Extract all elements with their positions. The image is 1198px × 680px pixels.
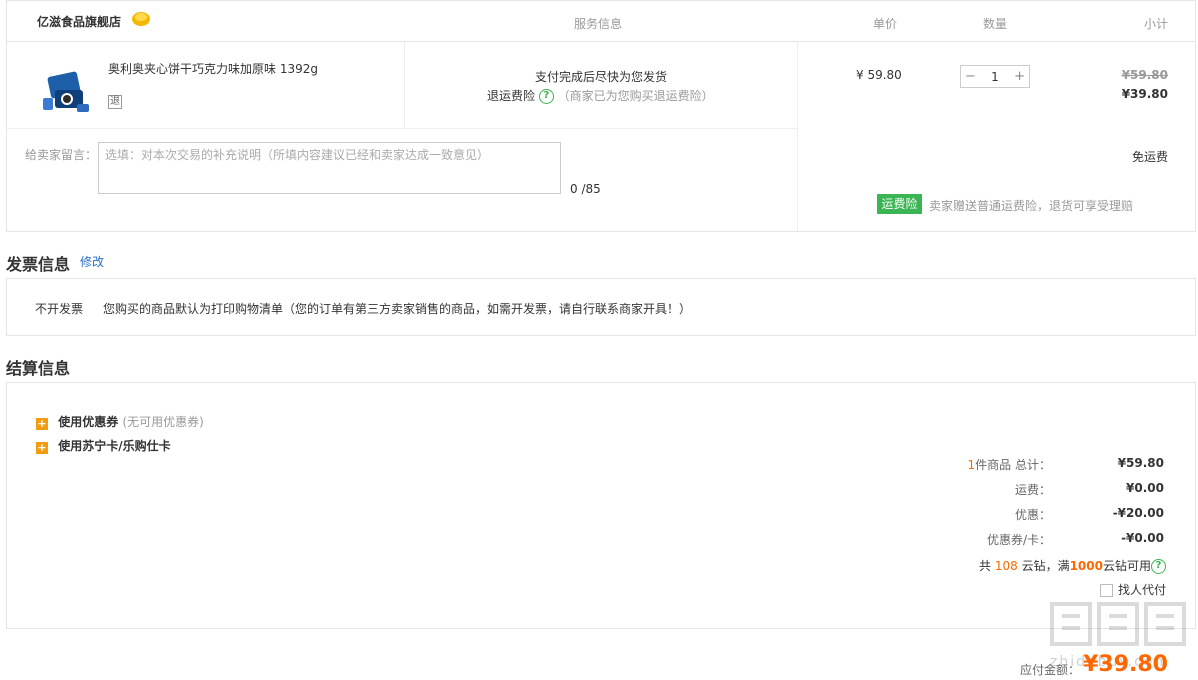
invoice-note: 您购买的商品默认为打印购物清单（您的订单有第三方卖家销售的商品，如需开发票，请自… bbox=[103, 302, 692, 316]
col-subtotal-header: 小计 bbox=[1143, 17, 1168, 31]
settlement-box: + 使用优惠券 (无可用优惠券) + 使用苏宁卡/乐购仕卡 1件商品 总计： ¥… bbox=[6, 382, 1196, 629]
product-name[interactable]: 奥利奥夹心饼干巧克力味加原味 1392g bbox=[108, 60, 318, 77]
product-thumbnail[interactable] bbox=[37, 68, 93, 116]
return-insurance-label: 退运费险 bbox=[487, 89, 536, 103]
subtotal-original: ¥59.80 bbox=[1121, 68, 1168, 82]
discount-label: 优惠： bbox=[1014, 508, 1051, 522]
cloud-diamond-info: 共 108 云钻，满1000云钻可用? bbox=[979, 557, 1166, 574]
proxy-pay-checkbox[interactable] bbox=[1099, 584, 1113, 597]
freight-label: 运费： bbox=[1014, 483, 1051, 497]
refund-icon: 退 bbox=[108, 95, 122, 109]
invoice-title: 发票信息 bbox=[6, 255, 71, 274]
settlement-title: 结算信息 bbox=[6, 359, 71, 378]
diamond-text: 云钻可用 bbox=[1102, 559, 1151, 573]
question-icon[interactable]: ? bbox=[1151, 559, 1166, 574]
items-total-label: 1件商品 总计： bbox=[968, 456, 1051, 473]
message-label: 给卖家留言： bbox=[25, 148, 98, 162]
discount-value: -¥20.00 bbox=[1112, 506, 1164, 520]
invoice-type: 不开发票 bbox=[35, 302, 84, 316]
card-label[interactable]: 使用苏宁卡/乐购仕卡 bbox=[58, 439, 170, 453]
col-qty-header: 数量 bbox=[983, 17, 1008, 31]
qty-minus-button[interactable]: − bbox=[965, 67, 976, 87]
unit-price: ¥ 59.80 bbox=[856, 68, 902, 82]
question-icon[interactable]: ? bbox=[538, 89, 554, 104]
plus-icon[interactable]: + bbox=[36, 418, 48, 430]
invoice-box: 不开发票 您购买的商品默认为打印购物清单（您的订单有第三方卖家销售的商品，如需开… bbox=[6, 278, 1196, 336]
diamond-text: 共 bbox=[978, 559, 991, 573]
divider bbox=[404, 42, 405, 128]
free-shipping-text: 免运费 bbox=[1131, 150, 1168, 164]
freight-value: ¥0.00 bbox=[1126, 481, 1164, 495]
diamond-text: 云钻，满 bbox=[1021, 559, 1070, 573]
quantity-stepper[interactable]: − 1 + bbox=[960, 65, 1030, 88]
card-discount-value: -¥0.00 bbox=[1121, 531, 1164, 545]
qty-plus-button[interactable]: + bbox=[1014, 67, 1025, 87]
shipping-insurance-note: 卖家赠送普通运费险，退货可享受理赔 bbox=[929, 199, 1134, 213]
plus-icon[interactable]: + bbox=[36, 442, 48, 454]
use-coupon-option[interactable]: + 使用优惠券 (无可用优惠券) bbox=[36, 413, 204, 430]
proxy-pay-option[interactable]: 找人代付 bbox=[1099, 581, 1166, 598]
card-discount-label: 优惠券/卡： bbox=[986, 533, 1051, 547]
use-card-option[interactable]: + 使用苏宁卡/乐购仕卡 bbox=[36, 437, 171, 454]
product-block: 奥利奥夹心饼干巧克力味加原味 1392g 退 支付完成后尽快为您发货 退运费险 … bbox=[6, 41, 1196, 232]
diamond-count: 108 bbox=[994, 559, 1018, 573]
seller-message-input[interactable]: 选填：对本次交易的补充说明（所填内容建议已经和卖家达成一致意见） bbox=[98, 142, 561, 194]
return-insurance-note: （商家已为您购买退运费险） bbox=[557, 89, 714, 103]
diamond-minimum: 1000 bbox=[1069, 559, 1103, 573]
items-total-value: ¥59.80 bbox=[1117, 456, 1164, 470]
cart-header: 亿滋食品旗舰店 服务信息 单价 数量 小计 bbox=[6, 0, 1196, 42]
coupon-note: (无可用优惠券) bbox=[122, 415, 204, 429]
col-service-header: 服务信息 bbox=[574, 17, 623, 31]
amount-due-value: ¥39.80 bbox=[1083, 652, 1168, 677]
divider bbox=[797, 42, 798, 231]
items-total-text: 件商品 总计： bbox=[975, 458, 1051, 472]
message-char-count: 0 /85 bbox=[570, 182, 601, 196]
subtotal-current: ¥39.80 bbox=[1121, 87, 1168, 101]
service-info-return-insurance: 退运费险 ? （商家已为您购买退运费险） bbox=[487, 87, 714, 104]
shop-name[interactable]: 亿滋食品旗舰店 bbox=[37, 13, 121, 30]
amount-due-label: 应付金额： bbox=[1019, 663, 1080, 677]
divider bbox=[7, 128, 797, 129]
service-info-delivery: 支付完成后尽快为您发货 bbox=[535, 70, 668, 84]
qty-value[interactable]: 1 bbox=[991, 67, 999, 87]
coupon-label[interactable]: 使用优惠券 bbox=[58, 415, 118, 429]
col-price-header: 单价 bbox=[873, 17, 898, 31]
shop-badge-icon bbox=[132, 12, 150, 26]
proxy-pay-label[interactable]: 找人代付 bbox=[1118, 583, 1166, 597]
shipping-insurance-tag: 运费险 bbox=[877, 194, 922, 214]
watermark-logo bbox=[1050, 602, 1186, 646]
invoice-edit-link[interactable]: 修改 bbox=[80, 253, 104, 270]
